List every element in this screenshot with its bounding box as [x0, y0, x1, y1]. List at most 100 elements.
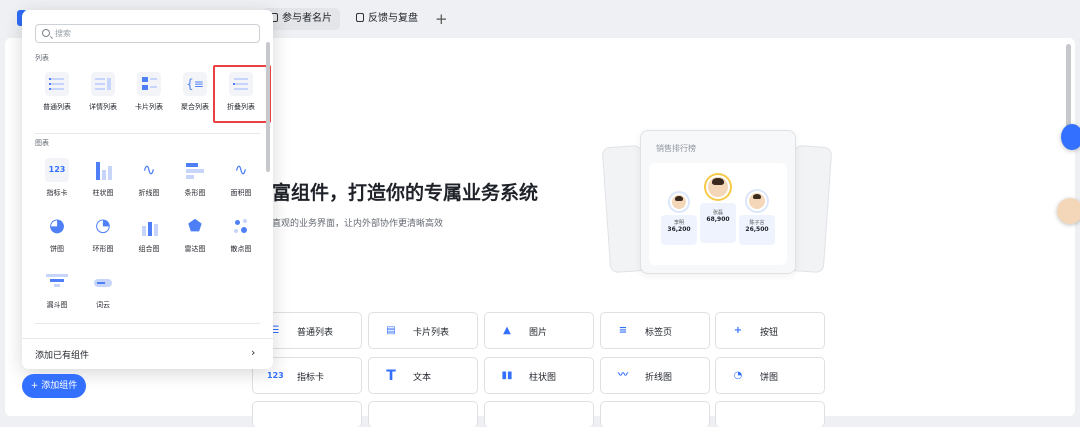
text-icon: T [386, 368, 396, 384]
component-label: 折线图 [645, 373, 673, 383]
bar-chart-icon [91, 158, 115, 182]
item-radar-chart[interactable]: ⬟ 雷达图 [173, 214, 217, 260]
funnel-chart-icon [45, 270, 69, 294]
pie-chart-icon: ◕ [49, 215, 65, 236]
add-component-button[interactable]: + 添加组件 [22, 374, 86, 398]
component-line-chart[interactable]: 〰 折线图 [600, 357, 710, 394]
component-button[interactable]: + 按钮 [715, 312, 825, 349]
component-label: 按钮 [760, 328, 779, 338]
card-title: 销售排行榜 [656, 144, 696, 153]
tab-participant-cards[interactable]: 参与者名片 [262, 8, 340, 30]
scroll-thumb[interactable] [1066, 44, 1071, 134]
highlight-box [213, 65, 271, 123]
podium-name: 陈子言 [749, 220, 765, 226]
tab-label: 参与者名片 [282, 13, 332, 24]
component-picker-panel: 列表 普通列表 详情列表 卡片列表 {≡ 聚合列表 折叠列表 图表 [22, 10, 273, 369]
item-line-chart[interactable]: ∿ 折线图 [127, 158, 171, 204]
component-row-partial[interactable] [715, 401, 825, 427]
podium-name: 李明 [673, 220, 684, 226]
combo-chart-icon [137, 214, 161, 238]
hero-title: 富组件，打造你的专属业务系统 [272, 182, 539, 204]
section-divider [35, 323, 260, 324]
component-label: 卡片列表 [413, 328, 450, 338]
component-row-partial[interactable] [600, 401, 710, 427]
aggregate-list-icon: {≡ [183, 72, 207, 96]
section-title-charts: 图表 [35, 139, 49, 147]
metric-card-icon: 123 [45, 158, 69, 182]
component-label: 文本 [413, 373, 432, 383]
word-cloud-icon [91, 270, 115, 294]
line-chart-icon: ∿ [142, 160, 156, 179]
component-label: 标签页 [645, 328, 673, 338]
component-pie-chart[interactable]: ◔ 饼图 [715, 357, 825, 394]
item-pie-chart[interactable]: ◕ 饼图 [35, 214, 79, 260]
plain-list-icon [45, 72, 69, 96]
item-bar-chart[interactable]: 柱状图 [81, 158, 125, 204]
radar-chart-icon: ⬟ [188, 216, 202, 235]
item-hbar-chart[interactable]: 条形图 [173, 158, 217, 204]
avatar [670, 193, 688, 211]
plus-icon: + [733, 325, 743, 336]
podium-value: 26,500 [745, 226, 769, 233]
doc-icon [356, 13, 364, 22]
donut-chart-icon: ◔ [95, 215, 111, 236]
tab-label: 反馈与复盘 [368, 13, 418, 24]
component-label: 饼图 [760, 373, 779, 383]
item-word-cloud[interactable]: 词云 [81, 270, 125, 316]
item-combo-chart[interactable]: 组合图 [127, 214, 171, 260]
component-tabs[interactable]: ≡ 标签页 [600, 312, 710, 349]
search-icon [42, 29, 50, 37]
metric-icon: 123 [267, 371, 284, 380]
add-tab-button[interactable]: + [435, 8, 448, 30]
component-row-partial[interactable] [252, 401, 362, 427]
component-image[interactable]: ▲ 图片 [484, 312, 594, 349]
component-label: 指标卡 [297, 373, 325, 383]
card-list-icon: ▤ [386, 325, 396, 336]
section-divider [35, 133, 260, 134]
panel-scrollbar[interactable] [266, 42, 270, 172]
chevron-right-icon: › [251, 346, 256, 359]
item-funnel-chart[interactable]: 漏斗图 [35, 270, 79, 316]
component-row-partial[interactable] [368, 401, 478, 427]
podium-value: 36,200 [667, 226, 691, 233]
item-card-list[interactable]: 卡片列表 [127, 72, 171, 118]
sales-ranking-card: 销售排行榜 李明 36,200 张磊 68,900 陈子言 26,500 [640, 130, 796, 274]
search-input[interactable] [55, 27, 255, 40]
component-card-list[interactable]: ▤ 卡片列表 [368, 312, 478, 349]
user-avatar[interactable] [1057, 198, 1080, 224]
item-donut-chart[interactable]: ◔ 环形图 [81, 214, 125, 260]
component-label: 图片 [529, 328, 548, 338]
avatar [747, 191, 767, 211]
search-field[interactable] [35, 24, 260, 43]
area-chart-icon: ∿ [234, 160, 248, 179]
item-label: 词云 [96, 301, 110, 309]
section-title-list: 列表 [35, 54, 49, 62]
hero-subtitle: 直观的业务界面，让内外部协作更清晰高效 [272, 219, 444, 229]
component-bar-chart[interactable]: ▮▮ 柱状图 [484, 357, 594, 394]
podium-third: 陈子言 26,500 [739, 191, 775, 245]
avatar [706, 175, 730, 199]
tab-feedback-review[interactable]: 反馈与复盘 [348, 8, 426, 30]
detail-list-icon [91, 72, 115, 96]
podium-name: 张磊 [712, 210, 723, 216]
item-label: 面积图 [230, 189, 252, 197]
podium-value: 68,900 [706, 216, 730, 223]
item-aggregate-list[interactable]: {≡ 聚合列表 [173, 72, 217, 118]
item-plain-list[interactable]: 普通列表 [35, 72, 79, 118]
component-label: 普通列表 [297, 328, 334, 338]
card-list-icon [137, 72, 161, 96]
add-existing-component-row[interactable]: 添加已有组件 › [22, 338, 273, 369]
tabs-icon: ≡ [618, 325, 628, 336]
component-label: 柱状图 [529, 373, 557, 383]
item-detail-list[interactable]: 详情列表 [81, 72, 125, 118]
item-scatter-chart[interactable]: 散点图 [219, 214, 263, 260]
item-area-chart[interactable]: ∿ 面积图 [219, 158, 263, 204]
pie-chart-icon: ◔ [733, 370, 743, 381]
line-chart-icon: 〰 [618, 370, 628, 381]
component-row-partial[interactable] [484, 401, 594, 427]
podium-first: 张磊 68,900 [700, 175, 736, 243]
item-metric-card[interactable]: 123 指标卡 [35, 158, 79, 204]
assistant-icon[interactable] [1061, 124, 1080, 150]
component-text[interactable]: T 文本 [368, 357, 478, 394]
bar-chart-icon: ▮▮ [501, 370, 513, 381]
